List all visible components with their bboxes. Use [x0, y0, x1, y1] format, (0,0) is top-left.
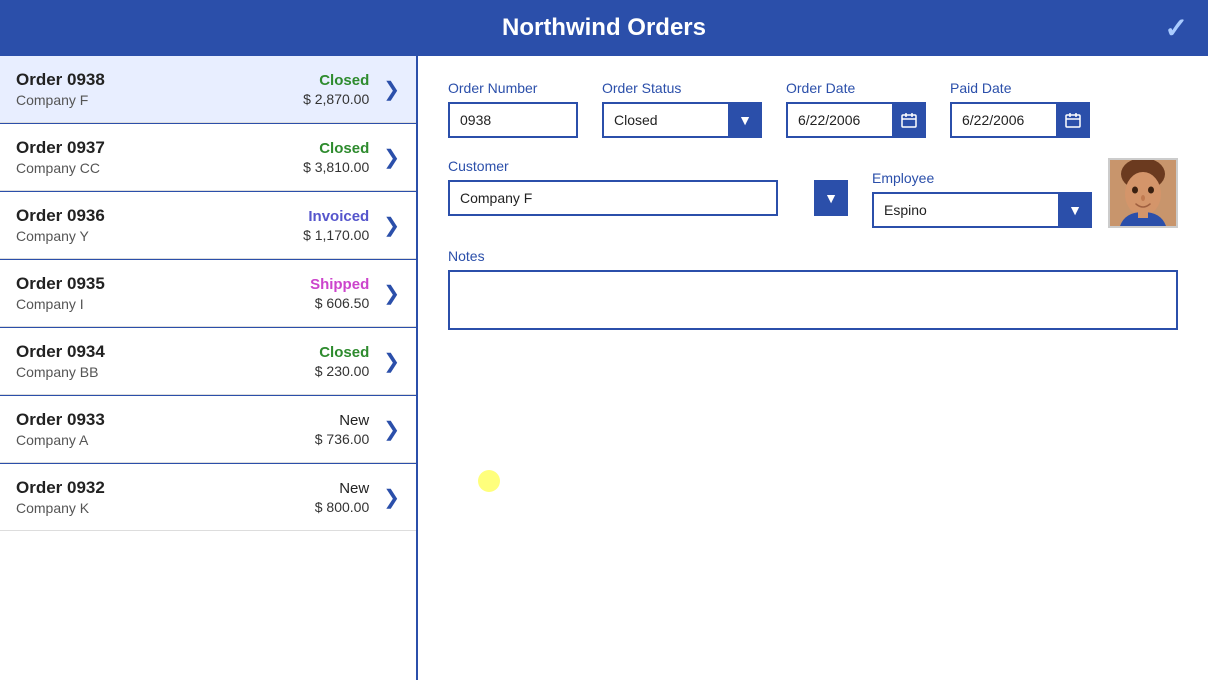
- order-date-calendar-icon[interactable]: [892, 102, 926, 138]
- order-date-wrapper: [786, 102, 926, 138]
- order-status: New: [315, 480, 370, 497]
- order-info: Order 0937 Company CC: [16, 138, 303, 176]
- order-company: Company A: [16, 432, 315, 448]
- order-status: Closed: [303, 72, 369, 89]
- chevron-right-icon[interactable]: ❯: [383, 281, 400, 306]
- order-company: Company Y: [16, 228, 303, 244]
- chevron-right-icon[interactable]: ❯: [383, 349, 400, 374]
- order-right: New $ 736.00: [315, 412, 370, 447]
- paid-date-label: Paid Date: [950, 80, 1090, 96]
- order-right: New $ 800.00: [315, 480, 370, 515]
- order-name: Order 0937: [16, 138, 303, 158]
- chevron-right-icon[interactable]: ❯: [383, 417, 400, 442]
- customer-select[interactable]: Company F Company A Company BB Company C…: [448, 180, 778, 216]
- notes-group: Notes: [448, 248, 1178, 330]
- order-name: Order 0934: [16, 342, 315, 362]
- order-name: Order 0935: [16, 274, 310, 294]
- chevron-right-icon[interactable]: ❯: [383, 485, 400, 510]
- notes-input[interactable]: [448, 270, 1178, 330]
- order-info: Order 0936 Company Y: [16, 206, 303, 244]
- order-amount: $ 3,810.00: [303, 159, 369, 175]
- order-company: Company CC: [16, 160, 303, 176]
- app-title: Northwind Orders: [502, 14, 706, 41]
- order-company: Company I: [16, 296, 310, 312]
- order-number-group: Order Number: [448, 80, 578, 138]
- list-item[interactable]: Order 0932 Company K New $ 800.00 ❯: [0, 464, 416, 531]
- order-right: Closed $ 3,810.00: [303, 140, 369, 175]
- list-item[interactable]: Order 0935 Company I Shipped $ 606.50 ❯: [0, 260, 416, 327]
- customer-group: Customer Company F Company A Company BB …: [448, 158, 848, 228]
- list-item[interactable]: Order 0938 Company F Closed $ 2,870.00 ❯: [0, 56, 416, 123]
- chevron-right-icon[interactable]: ❯: [383, 213, 400, 238]
- order-amount: $ 606.50: [310, 295, 369, 311]
- order-status: New: [315, 412, 370, 429]
- main-layout: Order 0938 Company F Closed $ 2,870.00 ❯…: [0, 56, 1208, 680]
- employee-select[interactable]: Espino: [872, 192, 1092, 228]
- list-item[interactable]: Order 0936 Company Y Invoiced $ 1,170.00…: [0, 192, 416, 259]
- order-right: Closed $ 2,870.00: [303, 72, 369, 107]
- order-name: Order 0932: [16, 478, 315, 498]
- order-status: Invoiced: [303, 208, 369, 225]
- app-container: Northwind Orders ✓ Order 0938 Company F …: [0, 0, 1208, 680]
- cursor-indicator: [478, 470, 500, 492]
- order-name: Order 0936: [16, 206, 303, 226]
- order-status: Shipped: [310, 276, 369, 293]
- order-right: Invoiced $ 1,170.00: [303, 208, 369, 243]
- order-status: Closed: [303, 140, 369, 157]
- list-item[interactable]: Order 0933 Company A New $ 736.00 ❯: [0, 396, 416, 463]
- order-right: Closed $ 230.00: [315, 344, 370, 379]
- form-row-2: Customer Company F Company A Company BB …: [448, 158, 1178, 228]
- customer-select-wrapper: Company F Company A Company BB Company C…: [448, 180, 848, 216]
- order-amount: $ 2,870.00: [303, 91, 369, 107]
- order-status-group: Order Status Closed New Shipped Invoiced…: [602, 80, 762, 138]
- customer-label: Customer: [448, 158, 848, 174]
- order-amount: $ 230.00: [315, 363, 370, 379]
- checkmark-icon[interactable]: ✓: [1165, 12, 1188, 45]
- order-name: Order 0933: [16, 410, 315, 430]
- order-status-select-wrapper: Closed New Shipped Invoiced ▼: [602, 102, 762, 138]
- order-info: Order 0934 Company BB: [16, 342, 315, 380]
- app-header: Northwind Orders ✓: [0, 0, 1208, 56]
- order-status-label: Order Status: [602, 80, 762, 96]
- order-date-group: Order Date: [786, 80, 926, 138]
- paid-date-group: Paid Date: [950, 80, 1090, 138]
- order-date-label: Order Date: [786, 80, 926, 96]
- form-row-1: Order Number Order Status Closed New Shi…: [448, 80, 1178, 138]
- employee-row: Employee Espino ▼: [872, 158, 1178, 228]
- order-amount: $ 736.00: [315, 431, 370, 447]
- order-company: Company F: [16, 92, 303, 108]
- employee-select-wrapper: Espino ▼: [872, 192, 1092, 228]
- paid-date-wrapper: [950, 102, 1090, 138]
- order-right: Shipped $ 606.50: [310, 276, 369, 311]
- employee-group: Employee Espino ▼: [872, 170, 1092, 228]
- order-company: Company BB: [16, 364, 315, 380]
- order-amount: $ 800.00: [315, 499, 370, 515]
- list-item[interactable]: Order 0934 Company BB Closed $ 230.00 ❯: [0, 328, 416, 395]
- order-status-select[interactable]: Closed New Shipped Invoiced: [602, 102, 762, 138]
- order-number-input[interactable]: [448, 102, 578, 138]
- detail-panel: Order Number Order Status Closed New Shi…: [418, 56, 1208, 680]
- notes-label: Notes: [448, 248, 1178, 264]
- customer-dropdown-icon: ▼: [814, 180, 848, 216]
- order-info: Order 0938 Company F: [16, 70, 303, 108]
- chevron-right-icon[interactable]: ❯: [383, 145, 400, 170]
- employee-photo: [1108, 158, 1178, 228]
- order-amount: $ 1,170.00: [303, 227, 369, 243]
- order-company: Company K: [16, 500, 315, 516]
- order-number-label: Order Number: [448, 80, 578, 96]
- order-info: Order 0935 Company I: [16, 274, 310, 312]
- order-list: Order 0938 Company F Closed $ 2,870.00 ❯…: [0, 56, 418, 680]
- paid-date-calendar-icon[interactable]: [1056, 102, 1090, 138]
- order-status: Closed: [315, 344, 370, 361]
- order-name: Order 0938: [16, 70, 303, 90]
- employee-label: Employee: [872, 170, 1092, 186]
- order-info: Order 0932 Company K: [16, 478, 315, 516]
- list-item[interactable]: Order 0937 Company CC Closed $ 3,810.00 …: [0, 124, 416, 191]
- order-info: Order 0933 Company A: [16, 410, 315, 448]
- chevron-right-icon[interactable]: ❯: [383, 77, 400, 102]
